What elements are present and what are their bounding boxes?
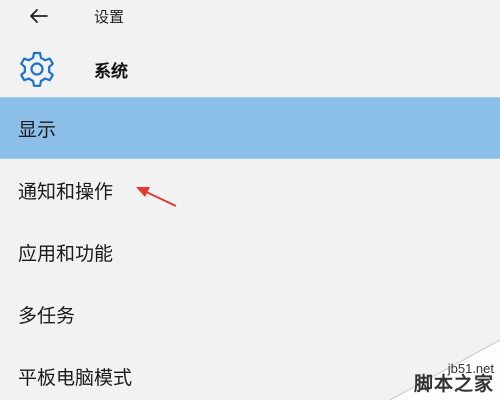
back-arrow-icon bbox=[30, 9, 48, 23]
window-title: 设置 bbox=[94, 8, 125, 26]
gear-icon bbox=[20, 51, 54, 87]
nav-item-apps-features[interactable]: 应用和功能 bbox=[0, 221, 500, 283]
nav-item-multitasking[interactable]: 多任务 bbox=[0, 283, 500, 345]
nav-item-display[interactable]: 显示 bbox=[0, 97, 500, 159]
nav-item-notifications-actions[interactable]: 通知和操作 bbox=[0, 159, 500, 221]
sidebar-nav: 显示 通知和操作 应用和功能 多任务 平板电脑模式 bbox=[0, 97, 500, 400]
nav-item-label: 平板电脑模式 bbox=[18, 366, 133, 389]
settings-window: 设置 系统 显示 通知和操作 应用和功能 多任务 平板电脑模式 jb51.net… bbox=[0, 0, 500, 400]
nav-item-label: 应用和功能 bbox=[18, 242, 114, 265]
section-title: 系统 bbox=[94, 62, 128, 82]
section-header: 系统 bbox=[0, 44, 500, 94]
title-bar: 设置 bbox=[0, 0, 500, 34]
back-button[interactable] bbox=[26, 5, 50, 27]
nav-item-label: 显示 bbox=[18, 118, 57, 141]
nav-item-label: 通知和操作 bbox=[18, 180, 114, 203]
watermark-name: 脚本之家 bbox=[413, 373, 494, 395]
nav-item-label: 多任务 bbox=[18, 304, 76, 327]
